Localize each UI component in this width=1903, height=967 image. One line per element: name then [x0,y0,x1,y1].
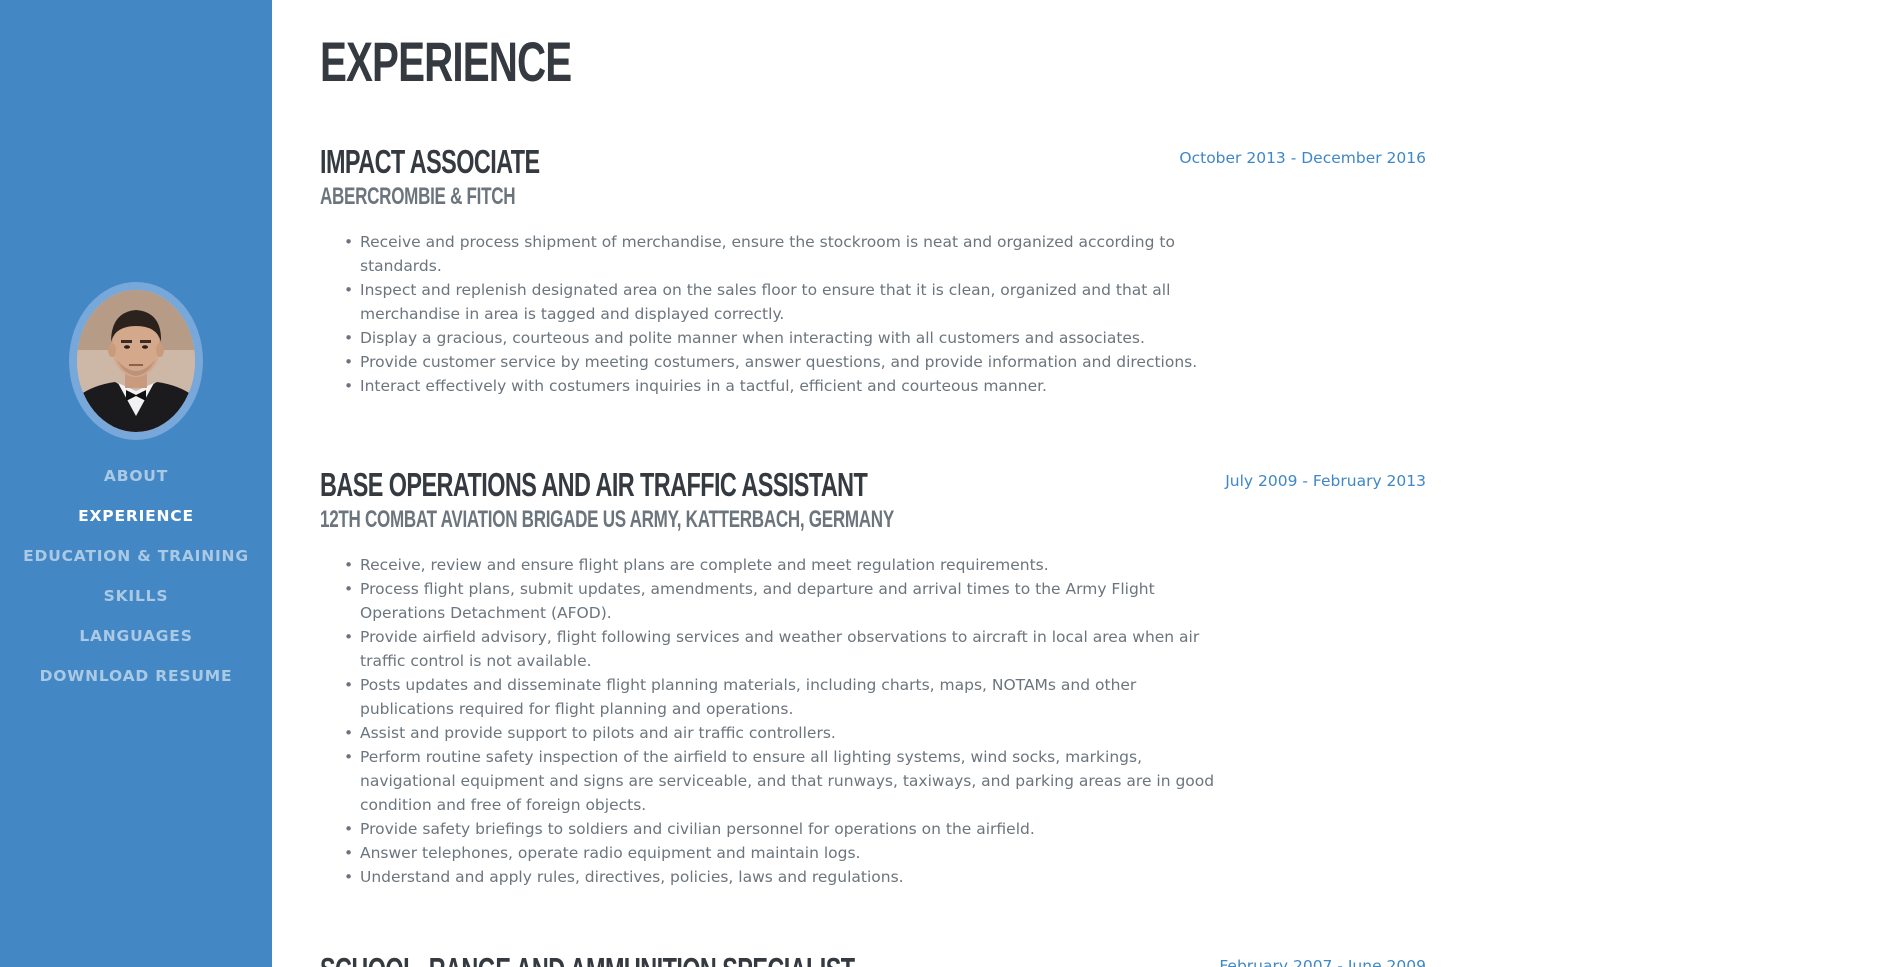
duty-item: Perform routine safety inspection of the… [344,745,1220,817]
nav-item-about[interactable]: ABOUT [0,462,272,502]
profile-photo-frame [69,282,203,440]
job-company: ABERCROMBIE & FITCH [320,183,516,210]
duty-item: Provide customer service by meeting cost… [344,350,1220,374]
job-entry: BASE OPERATIONS AND AIR TRAFFIC ASSISTAN… [320,465,1426,889]
duty-item: Display a gracious, courteous and polite… [344,326,1220,350]
nav-item-experience[interactable]: EXPERIENCE [0,502,272,542]
nav-item-skills[interactable]: SKILLS [0,582,272,622]
job-dates: July 2009 - February 2013 [1225,472,1426,490]
profile-portrait-image [77,290,195,432]
job-duties: Receive and process shipment of merchand… [320,230,1426,398]
main-content: EXPERIENCE IMPACT ASSOCIATE ABERCROMBIE … [272,0,1903,967]
duty-item: Interact effectively with costumers inqu… [344,374,1220,398]
duty-item: Provide safety briefings to soldiers and… [344,817,1220,841]
profile-photo [77,290,195,432]
nav-item-education-training[interactable]: EDUCATION & TRAINING [0,542,272,582]
duty-item: Process flight plans, submit updates, am… [344,577,1220,625]
duty-item: Inspect and replenish designated area on… [344,278,1220,326]
job-entry: IMPACT ASSOCIATE ABERCROMBIE & FITCH Oct… [320,142,1426,398]
duty-item: Provide airfield advisory, flight follow… [344,625,1220,673]
duty-item: Assist and provide support to pilots and… [344,721,1220,745]
nav-item-download-resume[interactable]: DOWNLOAD RESUME [0,662,272,702]
job-dates: October 2013 - December 2016 [1179,149,1426,167]
sidebar: ABOUT EXPERIENCE EDUCATION & TRAINING SK… [0,0,272,967]
job-company: 12TH COMBAT AVIATION BRIGADE US ARMY, KA… [320,506,894,533]
section-title: EXPERIENCE [320,30,572,93]
duty-item: Answer telephones, operate radio equipme… [344,841,1220,865]
duty-item: Understand and apply rules, directives, … [344,865,1220,889]
duty-item: Posts updates and disseminate flight pla… [344,673,1220,721]
duty-item: Receive, review and ensure flight plans … [344,553,1220,577]
sidebar-nav: ABOUT EXPERIENCE EDUCATION & TRAINING SK… [0,462,272,702]
nav-item-languages[interactable]: LANGUAGES [0,622,272,662]
job-title: SCHOOL, RANGE AND AMMUNITION SPECIALIST [320,950,1105,967]
duty-item: Receive and process shipment of merchand… [344,230,1220,278]
job-duties: Receive, review and ensure flight plans … [320,553,1426,889]
job-dates: February 2007 - June 2009 [1219,957,1426,967]
job-title: IMPACT ASSOCIATE [320,143,540,180]
job-entry: SCHOOL, RANGE AND AMMUNITION SPECIALIST … [320,950,1426,967]
job-title: BASE OPERATIONS AND AIR TRAFFIC ASSISTAN… [320,466,868,503]
